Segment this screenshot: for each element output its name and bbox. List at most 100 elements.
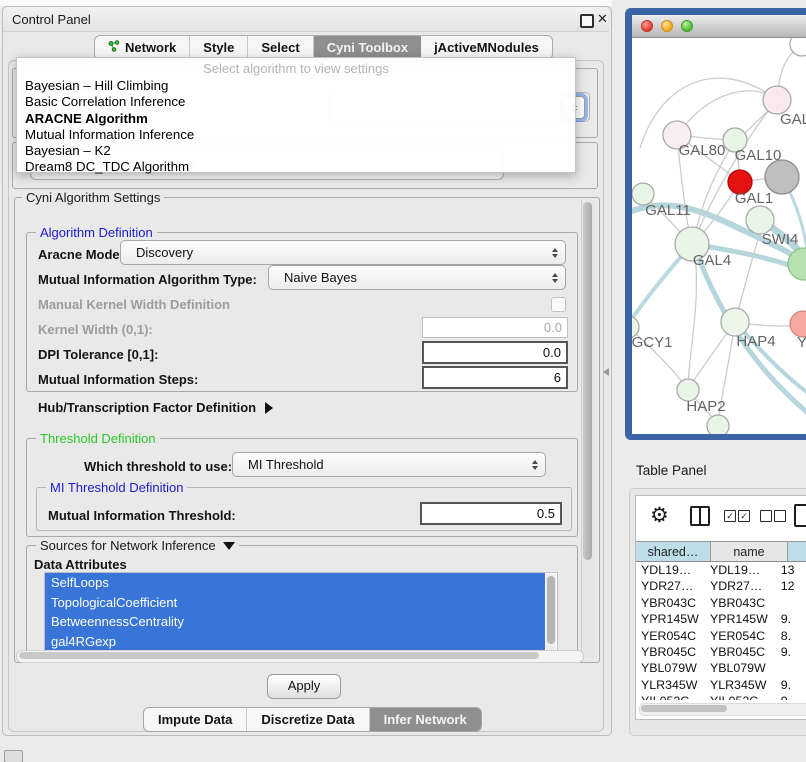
column-header[interactable]: name <box>711 541 788 562</box>
close-icon[interactable]: ✕ <box>597 11 608 27</box>
algorithm-definition-title: Algorithm Definition <box>36 225 157 240</box>
table-row[interactable]: YBR043CYBR043C <box>636 595 806 611</box>
table-cell: YPR145W <box>705 611 776 627</box>
popup-item[interactable]: Bayesian – Hill Climbing <box>17 78 575 94</box>
settings-vertical-scrollbar[interactable] <box>581 200 594 658</box>
tab-cyni-toolbox[interactable]: Cyni Toolbox <box>314 36 421 59</box>
list-item[interactable]: BetweennessCentrality <box>45 612 545 632</box>
scrollbar-thumb[interactable] <box>547 576 555 644</box>
scrollbar-thumb[interactable] <box>641 705 727 712</box>
table-row[interactable]: YBR045CYBR045C9. <box>636 644 806 660</box>
table-cell: YBR045C <box>636 644 705 660</box>
table-rows: YDL19…YDL19…13YDR27…YDR27…12YBR043CYBR04… <box>636 562 806 700</box>
column-header[interactable]: shared… <box>636 541 711 562</box>
network-node-swi4[interactable] <box>746 206 774 234</box>
list-item[interactable]: gal4RGexp <box>45 632 545 652</box>
checkbox-checked-icon[interactable]: ✓ <box>738 510 750 522</box>
which-threshold-combobox[interactable]: MI Threshold <box>232 452 546 477</box>
table-row[interactable]: YDR27…YDR27…12 <box>636 578 806 594</box>
table-cell: 9. <box>776 677 806 693</box>
desktop: Control Panel ✕ Network Style Select Cyn… <box>0 0 806 762</box>
tab-network[interactable]: Network <box>95 36 190 59</box>
table-cell: YBR043C <box>705 595 776 611</box>
close-traffic-light-icon[interactable] <box>641 20 653 32</box>
table-row[interactable]: YPR145WYPR145W9. <box>636 611 806 627</box>
network-node-label: HAP2 <box>686 398 725 415</box>
columns-icon[interactable] <box>690 506 710 526</box>
new-table-icon[interactable] <box>794 504 806 527</box>
network-node-node-gray[interactable] <box>765 160 799 194</box>
tab-jactivemnodules[interactable]: jActiveMNodules <box>421 36 552 59</box>
control-panel-title: Control Panel <box>12 12 91 27</box>
settings-horizontal-scrollbar[interactable] <box>16 650 584 663</box>
float-window-icon[interactable] <box>580 14 594 28</box>
tab-impute-data[interactable]: Impute Data <box>144 708 247 731</box>
aracne-mode-combobox[interactable]: Discovery <box>120 240 566 265</box>
network-node-label: SWI4 <box>762 231 799 248</box>
minimize-traffic-light-icon[interactable] <box>661 20 673 32</box>
popup-item[interactable]: Basic Correlation Inference <box>17 94 575 110</box>
data-attributes-list: SelfLoops TopologicalCoefficient Between… <box>44 572 558 652</box>
network-node-gal-cut[interactable] <box>763 86 791 114</box>
dpi-tolerance-field[interactable]: 0.0 <box>422 341 568 364</box>
list-item[interactable]: TopologicalCoefficient <box>45 593 545 613</box>
network-node-label: GAL4 <box>693 252 731 269</box>
tab-network-label: Network <box>125 36 176 59</box>
table-row[interactable]: YDL19…YDL19…13 <box>636 562 806 578</box>
table-row[interactable]: YBL079WYBL079W <box>636 660 806 676</box>
checkbox-checked-icon[interactable]: ✓ <box>724 510 736 522</box>
sources-title-expander[interactable]: Sources for Network Inference <box>36 538 239 553</box>
checkbox-unchecked-icon[interactable] <box>760 510 772 522</box>
column-header[interactable]: A <box>788 541 806 562</box>
network-node-hap4[interactable] <box>721 308 749 336</box>
tab-infer-network[interactable]: Infer Network <box>370 708 481 731</box>
table-cell <box>776 660 806 676</box>
table-panel: ⚙ ✓ ✓ shared… name A YDL19…YDL19…13YDR27… <box>635 495 806 720</box>
tab-style[interactable]: Style <box>190 36 248 59</box>
kernel-width-field[interactable]: 0.0 <box>422 317 568 338</box>
apply-button[interactable]: Apply <box>267 674 341 699</box>
network-canvas[interactable]: GALGAL80GAL10GAL1GAL11SWI4GAL4GCY1HAP4YH… <box>632 38 806 434</box>
scrollbar-thumb[interactable] <box>19 652 539 659</box>
popup-item[interactable]: Mutual Information Inference <box>17 127 575 143</box>
table-row[interactable]: YIL052CYIL052C9 <box>636 693 806 700</box>
gear-icon[interactable]: ⚙ <box>650 503 669 528</box>
checkbox-unchecked-icon[interactable] <box>774 510 786 522</box>
hub-definition-expander[interactable]: Hub/Transcription Factor Definition <box>38 400 273 415</box>
popup-item-selected[interactable]: ARACNE Algorithm <box>17 111 575 127</box>
table-cell: 9. <box>776 611 806 627</box>
combo-stepper-icon <box>532 453 538 476</box>
table-cell: YER054C <box>705 628 776 644</box>
network-node-label: HAP4 <box>736 333 775 350</box>
table-cell: YER054C <box>636 628 705 644</box>
collapse-arrow-icon <box>223 542 235 550</box>
tab-discretize-data[interactable]: Discretize Data <box>247 708 369 731</box>
scrollbar-thumb[interactable] <box>583 202 592 560</box>
network-node-node-bottom[interactable] <box>707 415 729 434</box>
threshold-definition-title: Threshold Definition <box>36 431 160 446</box>
table-row[interactable]: YER054CYER054C8. <box>636 628 806 644</box>
popup-item[interactable]: Dream8 DC_TDC Algorithm <box>17 159 575 175</box>
mi-steps-field[interactable]: 6 <box>422 366 568 389</box>
tab-select-label: Select <box>261 36 299 59</box>
mi-threshold-field[interactable]: 0.5 <box>420 502 562 525</box>
control-panel-titlebar <box>3 7 609 32</box>
panel-divider-handle[interactable] <box>603 368 609 376</box>
minimized-panel-icon[interactable] <box>4 750 23 762</box>
tab-style-label: Style <box>203 36 234 59</box>
tab-select[interactable]: Select <box>248 36 313 59</box>
expand-arrow-icon <box>265 402 273 414</box>
table-cell: YLR345W <box>636 677 705 693</box>
table-cell: YBL079W <box>705 660 776 676</box>
network-window-titlebar[interactable] <box>632 15 806 38</box>
popup-item[interactable]: Bayesian – K2 <box>17 143 575 159</box>
manual-kernel-width-checkbox[interactable] <box>551 297 566 312</box>
list-vertical-scrollbar[interactable] <box>546 574 556 650</box>
table-horizontal-scrollbar[interactable] <box>639 703 806 716</box>
combo-stepper-icon <box>552 241 558 264</box>
table-cell <box>776 595 806 611</box>
table-row[interactable]: YLR345WYLR345W9. <box>636 677 806 693</box>
mi-algorithm-type-combobox[interactable]: Naive Bayes <box>268 265 566 290</box>
zoom-traffic-light-icon[interactable] <box>681 20 693 32</box>
list-item[interactable]: SelfLoops <box>45 573 545 593</box>
